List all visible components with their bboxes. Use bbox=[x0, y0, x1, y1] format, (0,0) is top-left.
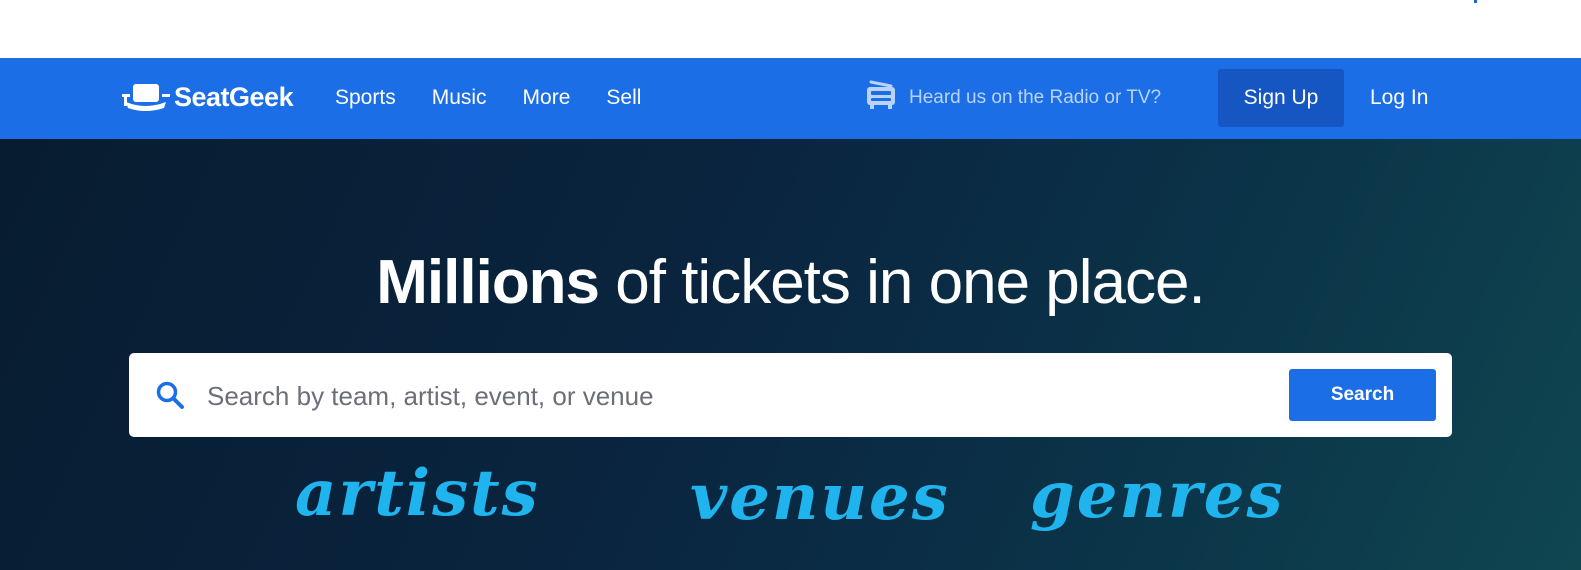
search-button[interactable]: Search bbox=[1289, 369, 1436, 421]
nav-link-more[interactable]: More bbox=[523, 86, 571, 110]
brand-name: SeatGeek bbox=[174, 81, 294, 112]
corner-dot bbox=[1474, 0, 1477, 3]
scribble-venues: venues bbox=[690, 460, 950, 535]
seatgeek-logo[interactable]: SeatGeek bbox=[120, 80, 294, 114]
scribble-genres: genres bbox=[1030, 458, 1285, 533]
top-navbar: SeatGeek Sports Music More Sell Heard us… bbox=[0, 58, 1581, 139]
nav-links: Sports Music More Sell bbox=[335, 86, 641, 110]
search-bar: Search bbox=[129, 353, 1452, 437]
search-icon bbox=[155, 380, 185, 410]
nav-link-sell[interactable]: Sell bbox=[606, 86, 641, 110]
scribble-words: artists venues genres bbox=[0, 454, 1581, 554]
log-in-link[interactable]: Log In bbox=[1370, 86, 1428, 110]
nav-link-sports[interactable]: Sports bbox=[335, 86, 396, 110]
hero-section: Millions of tickets in one place. Search… bbox=[0, 139, 1581, 570]
headline-rest: of tickets in one place. bbox=[599, 248, 1205, 317]
seat-logo-icon bbox=[120, 80, 170, 114]
radio-icon bbox=[865, 80, 897, 115]
hero-headline: Millions of tickets in one place. bbox=[0, 247, 1581, 318]
top-blank-area bbox=[0, 0, 1581, 58]
scribble-artists: artists bbox=[295, 456, 540, 531]
radio-promo-link[interactable]: Heard us on the Radio or TV? bbox=[865, 80, 1161, 115]
radio-promo-text: Heard us on the Radio or TV? bbox=[909, 86, 1162, 108]
search-input[interactable] bbox=[205, 373, 1309, 419]
nav-link-music[interactable]: Music bbox=[432, 86, 487, 110]
headline-strong: Millions bbox=[376, 248, 600, 317]
sign-up-button[interactable]: Sign Up bbox=[1218, 69, 1344, 127]
